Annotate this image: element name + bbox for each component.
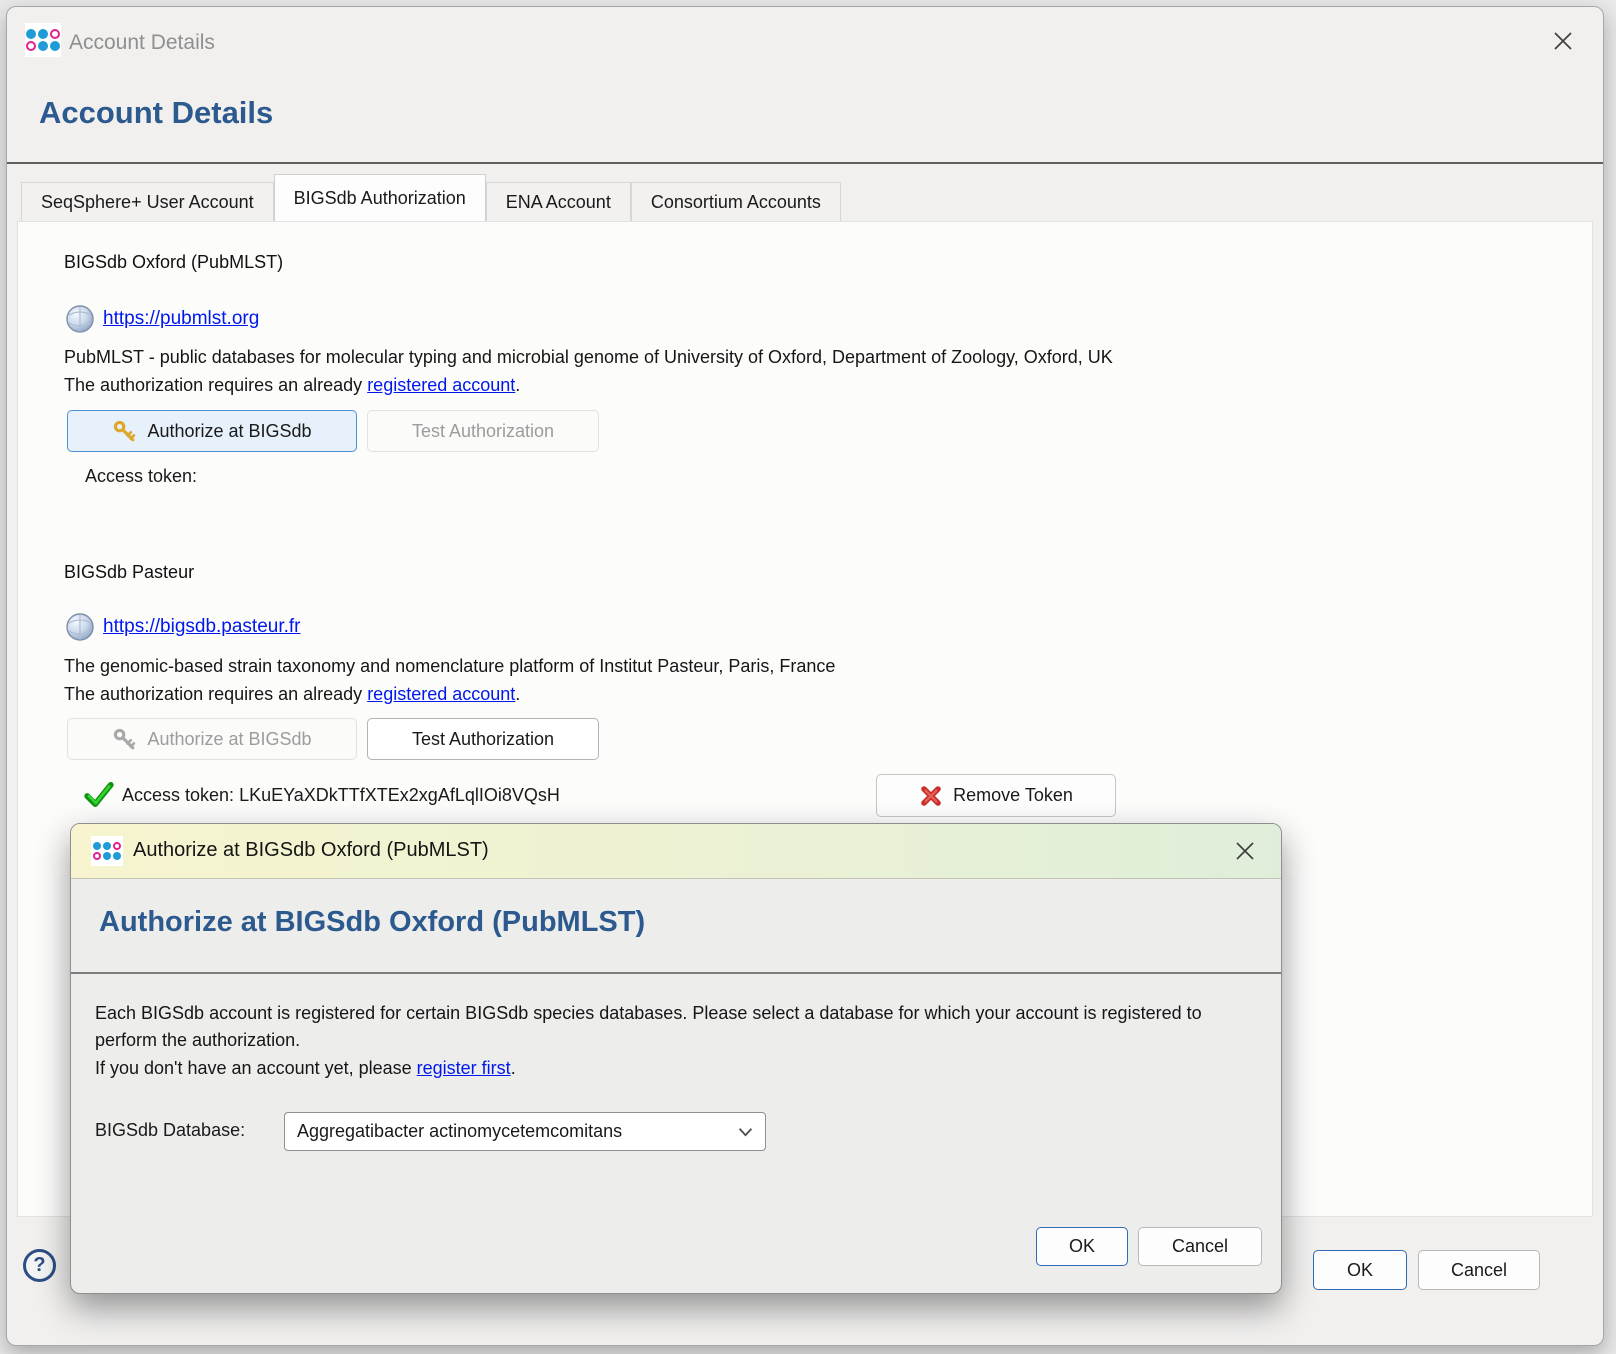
check-icon [84,780,114,810]
pasteur-access-token: Access token: LKuEYaXDkTTfXTEx2xgAfLqlIO… [122,785,560,806]
key-icon [112,727,137,752]
pasteur-registered-account-link[interactable]: registered account [367,684,515,704]
tab-consortium-accounts[interactable]: Consortium Accounts [631,182,841,221]
pasteur-link-row: https://bigsdb.pasteur.fr [65,612,301,642]
modal-divider [71,972,1281,974]
oxford-section-title: BIGSdb Oxford (PubMLST) [64,252,283,273]
help-icon[interactable]: ? [23,1249,56,1282]
window-titlebar: Account Details [7,7,1603,71]
modal-title: Authorize at BIGSdb Oxford (PubMLST) [133,839,489,862]
oxford-access-token-label: Access token: [85,466,197,487]
red-cross-icon [919,784,943,808]
pasteur-access-token-value: LKuEYaXDkTTfXTEx2xgAfLqlIOi8VQsH [239,785,560,805]
oxford-authorize-button[interactable]: Authorize at BIGSdb [67,410,357,452]
key-icon [112,419,137,444]
page-title: Account Details [39,95,273,131]
close-icon[interactable] [1545,25,1581,57]
oxford-url-link[interactable]: https://pubmlst.org [103,308,259,330]
pasteur-button-row: Authorize at BIGSdb Test Authorization [67,718,599,760]
modal-body-text: Each BIGSdb account is registered for ce… [95,1000,1263,1054]
pasteur-test-authorization-button[interactable]: Test Authorization [367,718,599,760]
pasteur-url-link[interactable]: https://bigsdb.pasteur.fr [103,616,301,638]
pasteur-authorize-button[interactable]: Authorize at BIGSdb [67,718,357,760]
modal-register-note: If you don't have an account yet, please… [95,1058,516,1079]
remove-token-button[interactable]: Remove Token [876,774,1116,817]
tab-bar: SeqSphere+ User Account BIGSdb Authoriza… [21,174,841,221]
oxford-test-authorization-button[interactable]: Test Authorization [367,410,599,452]
authorize-modal: Authorize at BIGSdb Oxford (PubMLST) Aut… [70,823,1282,1294]
oxford-registered-account-link[interactable]: registered account [367,375,515,395]
oxford-description: PubMLST - public databases for molecular… [64,347,1113,368]
tab-ena-account[interactable]: ENA Account [486,182,631,221]
ok-button[interactable]: OK [1313,1250,1407,1290]
globe-icon [65,304,95,334]
cancel-button[interactable]: Cancel [1418,1250,1540,1290]
bigsdb-database-selected-value: Aggregatibacter actinomycetemcomitans [297,1121,622,1142]
modal-close-icon[interactable] [1227,835,1263,867]
bigsdb-database-label: BIGSdb Database: [95,1120,245,1141]
pasteur-section-title: BIGSdb Pasteur [64,562,194,583]
modal-cancel-button[interactable]: Cancel [1138,1227,1262,1266]
oxford-button-row: Authorize at BIGSdb Test Authorization [67,410,599,452]
globe-icon [65,612,95,642]
pasteur-description: The genomic-based strain taxonomy and no… [64,656,835,677]
oxford-link-row: https://pubmlst.org [65,304,259,334]
header-divider [7,162,1603,164]
oxford-auth-note: The authorization requires an already re… [64,375,520,396]
modal-titlebar: Authorize at BIGSdb Oxford (PubMLST) [71,824,1281,879]
app-logo-icon [25,23,61,57]
modal-ok-button[interactable]: OK [1036,1227,1128,1266]
window-title: Account Details [69,31,215,55]
register-first-link[interactable]: register first [417,1058,511,1078]
tab-seqsphere-user-account[interactable]: SeqSphere+ User Account [21,182,274,221]
app-logo-icon [91,836,123,866]
chevron-down-icon [738,1127,753,1137]
pasteur-auth-note: The authorization requires an already re… [64,684,520,705]
bigsdb-database-select[interactable]: Aggregatibacter actinomycetemcomitans [284,1112,766,1151]
modal-heading: Authorize at BIGSdb Oxford (PubMLST) [99,906,645,939]
tab-bigsdb-authorization[interactable]: BIGSdb Authorization [274,174,486,221]
